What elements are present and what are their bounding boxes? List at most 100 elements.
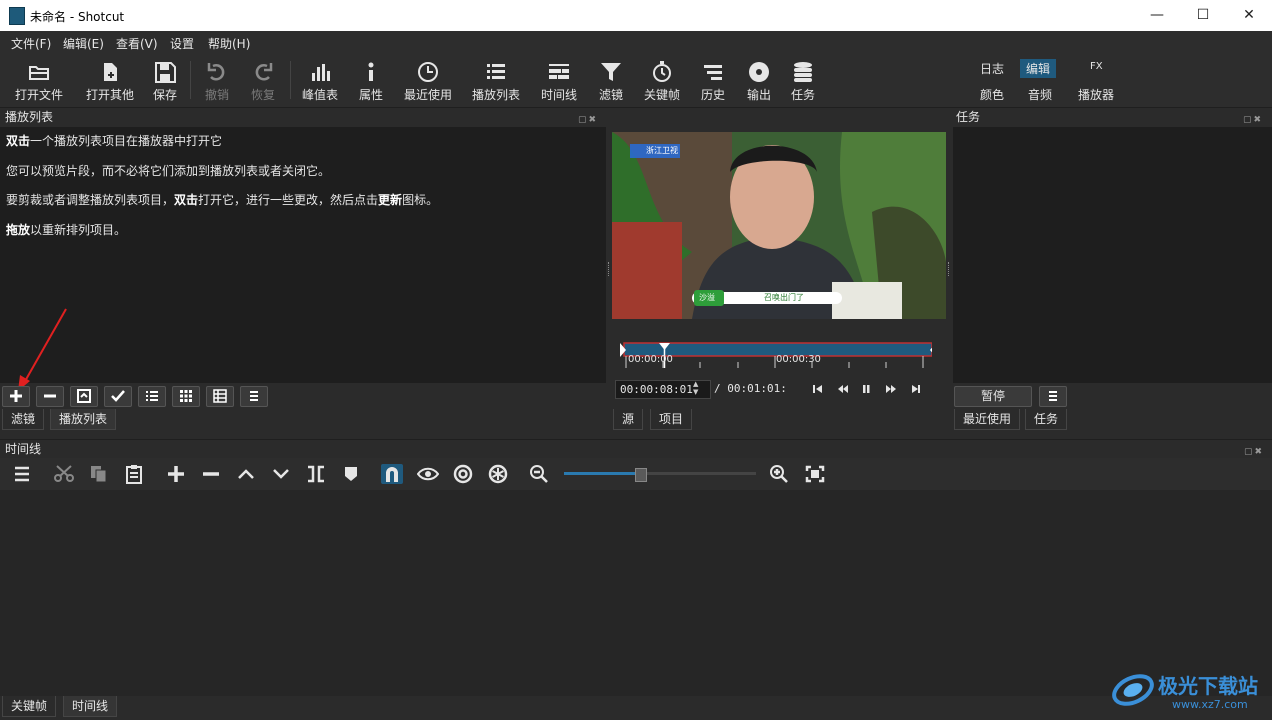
menu-view[interactable]: 查看(V) [116,35,158,52]
tab-keyframes[interactable]: 关键帧 [2,696,57,717]
close-button[interactable]: ✕ [1226,0,1272,31]
playlist-area[interactable]: 双击一个播放列表项目在播放器中打开它 您可以预览片段，而不必将它们添加到播放列表… [0,127,606,383]
layout-color[interactable]: 颜色 [974,85,1010,104]
layout-fx[interactable]: FX [1084,60,1109,73]
filters-button[interactable]: 滤镜 [592,53,630,107]
timeline-menu-icon[interactable] [11,464,33,484]
skip-previous-icon [813,385,822,393]
zoom-handle[interactable] [634,468,647,482]
tab-recent[interactable]: 最近使用 [954,409,1021,430]
grid-icon [180,390,192,402]
minimize-button[interactable]: — [1134,0,1180,31]
history-button[interactable]: 历史 [694,53,732,107]
remove-from-playlist-button[interactable] [36,386,64,407]
jobs-button[interactable]: 任务 [784,53,822,107]
export-button[interactable]: 输出 [740,53,778,107]
split-icon[interactable] [305,464,327,484]
timeline-button[interactable]: 时间线 [536,53,582,107]
timeline-tracks-area[interactable] [0,490,1272,696]
menu-help[interactable]: 帮助(H) [208,35,250,52]
menu-settings[interactable]: 设置 [170,35,194,52]
watermark-url: www.xz7.com [1172,698,1248,711]
zoom-out-icon[interactable] [528,464,550,484]
peak-meter-button[interactable]: 峰值表 [298,53,342,107]
detail-view-button[interactable] [206,386,234,407]
add-to-playlist-button[interactable] [2,386,30,407]
app-icon [9,7,25,25]
zoom-slider[interactable] [564,466,756,482]
undo-icon [207,63,225,81]
ruler-label-mid: 00:00:30 [776,354,821,365]
history-icon [704,65,722,80]
pause-jobs-button[interactable]: 暂停 [954,386,1032,407]
recent-button[interactable]: 最近使用 [400,53,456,107]
maximize-button[interactable]: ☐ [1180,0,1226,31]
properties-button[interactable]: 属性 [352,53,390,107]
tab-source[interactable]: 源 [613,409,644,430]
tasks-menu-button[interactable] [1039,386,1067,407]
tab-filters[interactable]: 滤镜 [2,409,45,430]
cut-icon[interactable] [53,464,75,484]
title-bar: 未命名 - Shotcut — ☐ ✕ [0,0,1272,31]
save-button[interactable]: 保存 [146,53,184,107]
video-preview[interactable]: 浙江卫视 沙溢 召唤出门了 [612,132,946,319]
paste-icon[interactable] [123,464,145,484]
ripple-all-tracks-icon[interactable] [487,464,509,484]
timeline-panel-header: 时间线 ▢✖ [0,439,1272,458]
tasks-panel-header: 任务 ▢✖ [953,108,1272,126]
update-icon [77,389,91,403]
toolbar-separator [290,61,291,99]
stopwatch-icon [653,61,671,82]
hamburger-icon [1049,391,1057,401]
tab-project[interactable]: 项目 [650,409,693,430]
tab-jobs[interactable]: 任务 [1025,409,1068,430]
pause-icon [863,385,870,393]
overwrite-icon[interactable] [270,464,292,484]
splitter-handle[interactable] [608,262,612,276]
lift-icon[interactable] [235,464,257,484]
playlist-button[interactable]: 播放列表 [468,53,524,107]
splitter-handle[interactable] [948,262,952,276]
keyframes-button[interactable]: 关键帧 [640,53,684,107]
list-view-button[interactable] [138,386,166,407]
window-title: 未命名 - Shotcut [30,10,125,24]
tab-playlist[interactable]: 播放列表 [50,409,117,430]
menu-file[interactable]: 文件(F) [11,35,51,52]
zoom-fit-icon[interactable] [804,464,826,484]
layout-player[interactable]: 播放器 [1072,85,1120,104]
open-other-button[interactable]: 打开其他 [78,53,142,107]
table-icon [213,389,227,403]
timeline-panel-title: 时间线 [5,442,42,456]
playlist-menu-button[interactable] [240,386,268,407]
playlist-panel-title: 播放列表 [5,110,54,124]
append-icon[interactable] [165,464,187,484]
timecode-spinner[interactable]: ▲ ▼ [693,380,703,397]
tasks-list[interactable] [953,127,1272,383]
folder-open-icon [29,66,49,80]
layout-edit[interactable]: 编辑 [1020,59,1057,78]
open-file-button[interactable]: 打开文件 [8,53,70,107]
layout-audio[interactable]: 音频 [1022,85,1058,104]
file-plus-icon [104,63,117,81]
watermark-text: 极光下载站 [1158,674,1258,698]
tasks-panel-title: 任务 [956,110,981,124]
skip-next-icon [912,385,920,393]
marker-icon[interactable] [340,464,362,484]
scrub-eye-icon[interactable] [417,464,439,484]
update-playlist-button[interactable] [70,386,98,407]
grid-view-button[interactable] [172,386,200,407]
ripple-delete-icon[interactable] [200,464,222,484]
select-button[interactable] [104,386,132,407]
copy-icon[interactable] [88,464,110,484]
toolbar-separator [190,61,191,99]
redo-icon [255,63,273,81]
timeline-icon [549,64,569,79]
tab-timeline[interactable]: 时间线 [63,696,118,717]
ripple-icon[interactable] [452,464,474,484]
layout-log[interactable]: 日志 [974,59,1010,78]
snap-icon[interactable] [381,464,403,484]
undo-button[interactable]: 撤销 [198,53,236,107]
zoom-in-icon[interactable] [768,464,790,484]
menu-edit[interactable]: 编辑(E) [63,35,104,52]
redo-button[interactable]: 恢复 [244,53,282,107]
